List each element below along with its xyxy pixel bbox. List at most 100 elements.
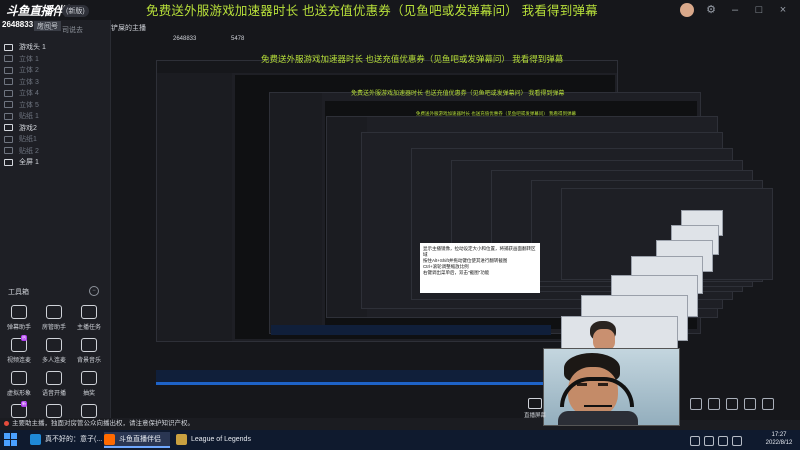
clock-time: 17:27 <box>771 432 787 438</box>
douyu-icon <box>104 433 115 445</box>
tool-button[interactable]: 背景音乐 <box>73 338 105 364</box>
tool-button[interactable]: 抽奖 <box>73 371 105 397</box>
eye-icon[interactable] <box>4 66 13 74</box>
toolbox-title: 工具箱 <box>8 289 29 296</box>
eye-icon[interactable] <box>4 147 13 155</box>
hint-popup: 显示主播镜像，拉动设定大小和位置，将捕获画面翻转区域 按住Alt+Shift并拖… <box>420 243 540 293</box>
webcam-overlay[interactable] <box>543 348 680 426</box>
tool-label: 语音开播 <box>41 391 66 397</box>
tool-label: 房管助手 <box>41 325 66 331</box>
gear-icon[interactable]: ⚙ <box>704 3 718 17</box>
tool-badge: 新 <box>21 401 27 407</box>
scene-label: 立体 2 <box>19 67 39 74</box>
stream-preview[interactable]: 免费送外服游戏加速器时长 也送充值优惠券（见鱼吧或发弹幕问） 我看得到弹幕 铲屎… <box>111 20 800 420</box>
taskbar-lol-label: League of Legends <box>191 436 251 443</box>
scene-label: 立体 4 <box>19 90 39 97</box>
tool-label: 抽奖 <box>82 391 95 397</box>
tool-button[interactable]: 多人连麦 <box>38 338 70 364</box>
tool-button[interactable]: 弹幕助手 <box>3 305 35 331</box>
tool-icon <box>81 338 97 352</box>
tool-button[interactable]: 房管助手 <box>38 305 70 331</box>
hint-line: 右键调出菜单后，双击"截图"功能 <box>423 270 490 275</box>
tool-button[interactable]: 热视频连麦 <box>3 335 35 364</box>
eye-icon[interactable] <box>4 112 13 120</box>
tool-icon <box>81 305 97 319</box>
eye-icon[interactable] <box>4 124 13 132</box>
eye-icon[interactable] <box>4 89 13 97</box>
taskbar-lol[interactable]: League of Legends <box>176 432 266 448</box>
nested-sidebar-2 <box>270 93 322 333</box>
microphone-icon <box>584 405 612 407</box>
scene-label: 立体 3 <box>19 78 39 86</box>
taskbar-douyu[interactable]: 斗鱼直播伴侣 <box>104 432 170 448</box>
tool-button[interactable]: 虚拟形象 <box>3 371 35 397</box>
tool-icon <box>46 338 62 352</box>
scrolling-banner: 免费送外服游戏加速器时长 也送充值优惠券（见鱼吧或发弹幕问） 我看得到弹幕 <box>146 4 598 18</box>
eye-icon[interactable] <box>4 55 13 63</box>
room-id: 2648833 <box>2 20 34 29</box>
eye-icon[interactable] <box>4 135 13 143</box>
tool-icon <box>46 404 62 418</box>
nested-banner-3: 免费送外服游戏加速器时长 也送充值优惠券（见鱼吧或发弹幕问） 我看得到弹幕 <box>416 111 576 116</box>
tool-icon <box>11 305 27 319</box>
alert-icon <box>4 420 9 426</box>
nested-fans: 5478 <box>231 36 245 42</box>
record-icon[interactable] <box>762 398 774 410</box>
tool-label: 虚拟形象 <box>6 391 31 397</box>
taskbar-edge[interactable]: 真不好的：意子(... <box>30 432 103 448</box>
tray-icon[interactable] <box>690 436 700 446</box>
tool-label: 多人连麦 <box>41 358 66 364</box>
tool-icon <box>11 371 27 385</box>
scene-label: 贴纸 1 <box>19 113 39 120</box>
user-avatar[interactable] <box>680 3 694 17</box>
tab-scene-2[interactable]: 司说去 <box>62 25 83 35</box>
hint-line: 显示主播镜像，拉动设定大小和位置，将捕获画面翻转区域 <box>423 246 536 257</box>
scene-label: 立体 5 <box>19 101 39 109</box>
tool-label: 背景音乐 <box>76 358 101 364</box>
status-bar: 主要助主播，独面对房管公众向播出权，请注意保护知识产权。 <box>0 418 543 430</box>
eye-icon[interactable] <box>4 158 13 166</box>
status-text: 主要助主播，独面对房管公众向播出权，请注意保护知识产权。 <box>12 420 194 427</box>
tool-button[interactable]: 主播任务 <box>73 305 105 331</box>
minimize-icon[interactable]: – <box>728 3 742 17</box>
mic-toggle-icon[interactable] <box>690 398 702 410</box>
tool-label: 主播任务 <box>76 325 101 331</box>
ime-icon[interactable] <box>732 436 742 446</box>
screen-icon <box>528 398 542 409</box>
streamer-shirt <box>558 411 638 425</box>
live-screen-button[interactable]: 直播屏幕 <box>520 398 550 419</box>
scene-label: 贴纸1 <box>19 136 37 143</box>
close-icon[interactable]: × <box>776 3 790 17</box>
scene-item[interactable]: 全屏 1 <box>4 157 104 171</box>
tool-icon <box>46 371 62 385</box>
nested-blue-strip <box>156 382 606 385</box>
nested-taskbar-2 <box>271 325 551 335</box>
nested-title: 铲屎的主播 <box>111 25 146 32</box>
nested-banner-1: 免费送外服游戏加速器时长 也送充值优惠券（见鱼吧或发弹幕问） 我看得到弹幕 <box>261 54 564 64</box>
nested-room-id: 2648833 <box>173 36 197 42</box>
tool-icon <box>81 371 97 385</box>
speaker-icon[interactable] <box>708 398 720 410</box>
windows-start-icon[interactable] <box>4 433 18 447</box>
nested-banner-2: 免费送外服游戏加速器时长 也送充值优惠券（见鱼吧或发弹幕问） 我看得到弹幕 <box>351 91 565 97</box>
maximize-icon[interactable]: □ <box>752 3 766 17</box>
taskbar-edge-label: 真不好的：意子(... <box>45 436 103 443</box>
settings-icon[interactable] <box>726 398 738 410</box>
scene-label: 贴纸 2 <box>19 147 39 155</box>
tool-button[interactable]: 语音开播 <box>38 371 70 397</box>
tab-lol[interactable]: LOL <box>40 25 53 32</box>
taskbar-clock[interactable]: 17:27 2022/8/12 <box>760 431 798 447</box>
eye-icon[interactable] <box>4 78 13 86</box>
edge-icon <box>30 433 41 445</box>
eye-icon[interactable] <box>4 43 13 51</box>
tool-icon <box>46 305 62 319</box>
tool-label: 视频连麦 <box>6 358 31 364</box>
version-badge[interactable]: (新版) <box>62 5 89 17</box>
network-icon[interactable] <box>704 436 714 446</box>
volume-icon[interactable] <box>718 436 728 446</box>
eye-icon[interactable] <box>4 101 13 109</box>
camera-icon[interactable] <box>744 398 756 410</box>
collapse-icon[interactable]: − <box>89 286 99 296</box>
taskbar-douyu-label: 斗鱼直播伴侣 <box>119 436 161 443</box>
tool-badge: 热 <box>21 335 27 341</box>
